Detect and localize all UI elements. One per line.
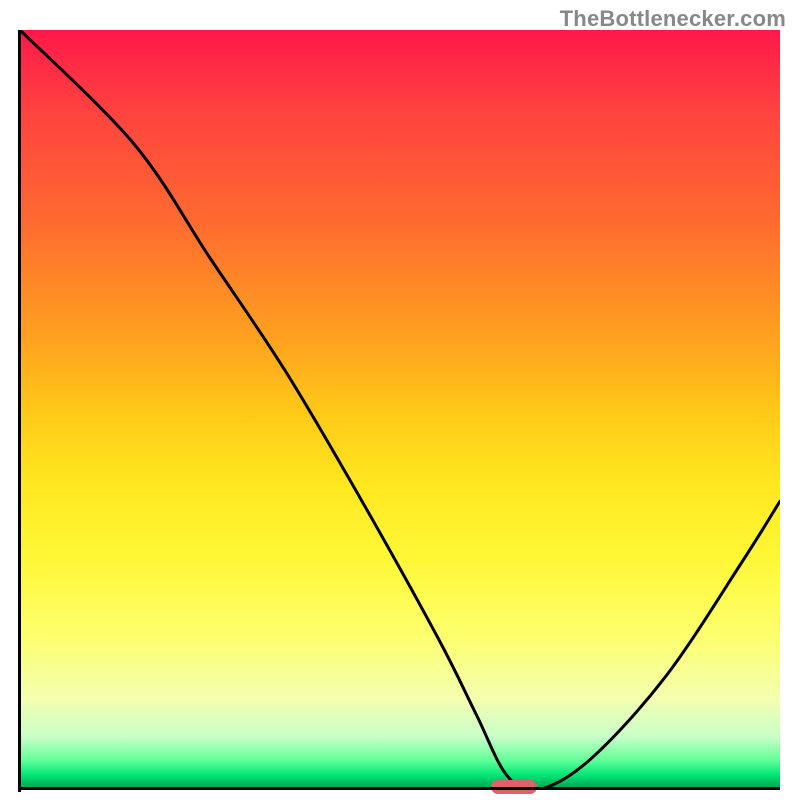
bottleneck-line bbox=[20, 30, 780, 790]
watermark-text: TheBottlenecker.com bbox=[560, 6, 786, 32]
bottleneck-chart: TheBottlenecker.com bbox=[0, 0, 800, 800]
x-axis bbox=[20, 787, 780, 790]
y-axis bbox=[18, 30, 21, 792]
